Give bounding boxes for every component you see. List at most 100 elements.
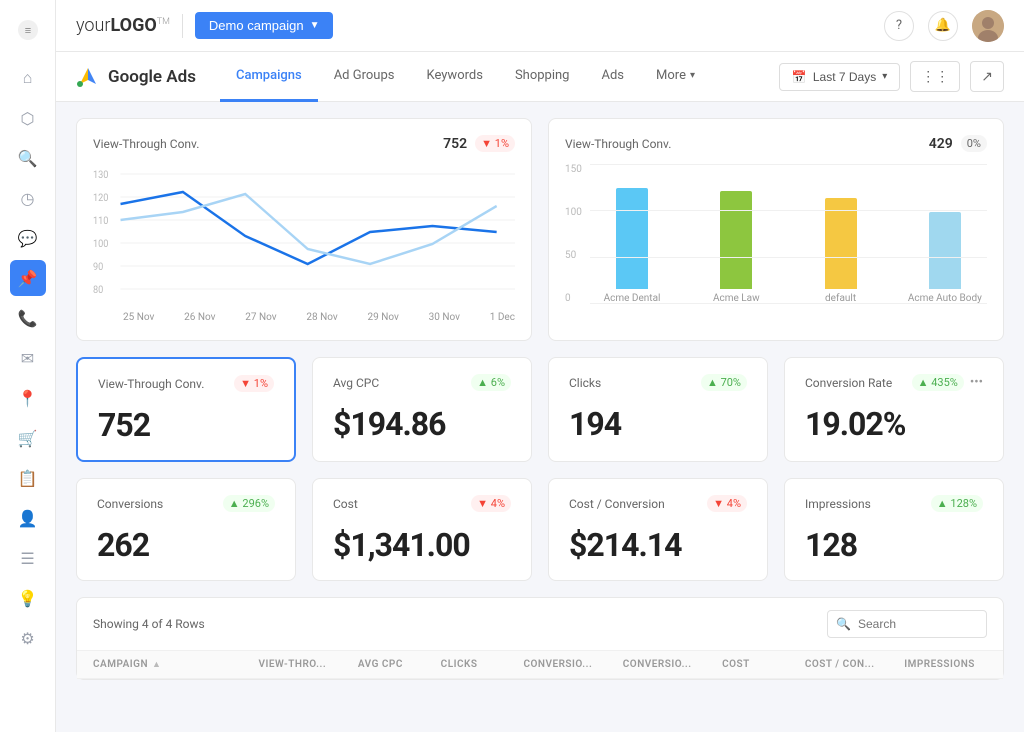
left-chart-header: View-Through Conv. 752 ▼ 1% bbox=[93, 135, 515, 152]
nav-left: Google Ads Campaigns Ad Groups Keywords … bbox=[76, 52, 711, 102]
col-view-through[interactable]: VIEW-THRO... bbox=[259, 659, 358, 670]
left-chart-title: View-Through Conv. bbox=[93, 137, 199, 151]
bar-default-label: default bbox=[825, 293, 856, 304]
bar-acme-auto-label: Acme Auto Body bbox=[908, 293, 982, 304]
nav-right: 📅 Last 7 Days ▾ ⋮⋮ ↗ bbox=[779, 61, 1004, 92]
metric-impressions-value: 128 bbox=[805, 526, 983, 564]
metric-card-clicks: Clicks ▲ 70% 194 bbox=[548, 357, 768, 462]
report-icon[interactable]: 📋 bbox=[10, 460, 46, 496]
right-chart-title: View-Through Conv. bbox=[565, 137, 671, 151]
metric-cost-badge: ▼ 4% bbox=[471, 495, 511, 512]
user-icon[interactable]: 👤 bbox=[10, 500, 46, 536]
col-clicks[interactable]: CLICKS bbox=[441, 659, 524, 670]
bulb-icon[interactable]: 💡 bbox=[10, 580, 46, 616]
tab-ad-groups[interactable]: Ad Groups bbox=[318, 52, 411, 102]
table-section: Showing 4 of 4 Rows 🔍 CAMPAIGN ▲ VIEW-TH… bbox=[76, 597, 1004, 680]
svg-text:120: 120 bbox=[93, 193, 108, 204]
metric-card-cost: Cost ▼ 4% $1,341.00 bbox=[312, 478, 532, 581]
logo-text: yourLOGOTM bbox=[76, 15, 170, 36]
metric-clicks-header: Clicks ▲ 70% bbox=[569, 374, 747, 391]
date-range-label: Last 7 Days bbox=[813, 70, 876, 84]
metric-impressions-header: Impressions ▲ 128% bbox=[805, 495, 983, 512]
date-range-button[interactable]: 📅 Last 7 Days ▾ bbox=[779, 63, 900, 91]
bar-acme-law-label: Acme Law bbox=[713, 293, 760, 304]
metric-conversions-badge: ▲ 296% bbox=[223, 495, 275, 512]
col-cost[interactable]: COST bbox=[722, 659, 805, 670]
bars-container: Acme Dental Acme Law default Acme A bbox=[590, 164, 987, 324]
grid-icon[interactable]: ⬡ bbox=[10, 100, 46, 136]
metric-conversions-header: Conversions ▲ 296% bbox=[97, 495, 275, 512]
col-conversions1[interactable]: CONVERSIO... bbox=[523, 659, 622, 670]
bar-acme-dental-label: Acme Dental bbox=[604, 293, 661, 304]
metric-card-cost-conversion: Cost / Conversion ▼ 4% $214.14 bbox=[548, 478, 768, 581]
svg-text:90: 90 bbox=[93, 262, 103, 273]
bar-default-bar bbox=[825, 198, 857, 289]
pin-icon[interactable]: 📌 bbox=[10, 260, 46, 296]
metric-avg-cpc-badge: ▲ 6% bbox=[471, 374, 511, 391]
table-search-input[interactable] bbox=[827, 610, 987, 638]
tab-keywords[interactable]: Keywords bbox=[410, 52, 498, 102]
col-impressions[interactable]: IMPRESSIONS bbox=[904, 659, 987, 670]
metric-card-avg-cpc: Avg CPC ▲ 6% $194.86 bbox=[312, 357, 532, 462]
bar-acme-law-bar bbox=[720, 191, 752, 289]
header-left: yourLOGOTM Demo campaign ▼ bbox=[76, 12, 333, 39]
col-campaign[interactable]: CAMPAIGN ▲ bbox=[93, 659, 259, 670]
chat-icon[interactable]: 💬 bbox=[10, 220, 46, 256]
right-chart-value-group: 429 0% bbox=[929, 135, 987, 152]
bar-default: default bbox=[798, 164, 882, 304]
avatar[interactable] bbox=[972, 10, 1004, 42]
metric-conversions-value: 262 bbox=[97, 526, 275, 564]
notifications-button[interactable]: 🔔 bbox=[928, 11, 958, 41]
clock-icon[interactable]: ◷ bbox=[10, 180, 46, 216]
brand-name: Google Ads bbox=[108, 67, 196, 87]
google-ads-brand: Google Ads bbox=[76, 65, 196, 89]
tab-ads[interactable]: Ads bbox=[585, 52, 640, 102]
header-right: ? 🔔 bbox=[884, 10, 1004, 42]
help-button[interactable]: ? bbox=[884, 11, 914, 41]
metric-avg-cpc-title: Avg CPC bbox=[333, 376, 379, 390]
metric-cost-conversion-title: Cost / Conversion bbox=[569, 497, 665, 511]
content-area: View-Through Conv. 752 ▼ 1% bbox=[56, 102, 1024, 732]
metric-conversion-rate-title: Conversion Rate bbox=[805, 376, 892, 390]
list-icon[interactable]: ☰ bbox=[10, 540, 46, 576]
metric-cost-conversion-value: $214.14 bbox=[569, 526, 747, 564]
metric-card-conversions: Conversions ▲ 296% 262 bbox=[76, 478, 296, 581]
more-options-button[interactable]: ••• bbox=[970, 375, 983, 390]
table-header: Showing 4 of 4 Rows 🔍 bbox=[77, 598, 1003, 651]
sort-icon: ▲ bbox=[152, 659, 161, 670]
metric-cost-header: Cost ▼ 4% bbox=[333, 495, 511, 512]
table-column-headers: CAMPAIGN ▲ VIEW-THRO... AVG CPC CLICKS C… bbox=[77, 651, 1003, 679]
tab-campaigns[interactable]: Campaigns bbox=[220, 52, 318, 102]
right-chart-badge: 0% bbox=[961, 135, 987, 152]
svg-text:80: 80 bbox=[93, 285, 103, 296]
nav-tabs: Campaigns Ad Groups Keywords Shopping Ad… bbox=[220, 52, 711, 102]
line-chart-x-labels: 25 Nov 26 Nov 27 Nov 28 Nov 29 Nov 30 No… bbox=[93, 308, 515, 323]
bar-chart-y-axis: 150 100 50 0 bbox=[565, 164, 582, 324]
cart-icon[interactable]: 🛒 bbox=[10, 420, 46, 456]
columns-icon: ⋮⋮ bbox=[921, 68, 949, 84]
share-button[interactable]: ↗ bbox=[970, 61, 1004, 92]
metric-card-impressions: Impressions ▲ 128% 128 bbox=[784, 478, 1004, 581]
mail-icon[interactable]: ✉ bbox=[10, 340, 46, 376]
columns-button[interactable]: ⋮⋮ bbox=[910, 61, 960, 92]
location-icon[interactable]: 📍 bbox=[10, 380, 46, 416]
left-chart-area: 130 120 110 100 90 80 25 Nov 26 Nov bbox=[93, 164, 515, 324]
sidebar: ≡ ⌂ ⬡ 🔍 ◷ 💬 📌 📞 ✉ 📍 🛒 📋 👤 ☰ 💡 ⚙ bbox=[0, 0, 56, 732]
right-chart-value: 429 bbox=[929, 136, 953, 152]
metric-view-through-value: 752 bbox=[98, 406, 274, 444]
search-sidebar-icon[interactable]: 🔍 bbox=[10, 140, 46, 176]
metric-card-conversion-rate: Conversion Rate ▲ 435% ••• 19.02% bbox=[784, 357, 1004, 462]
right-chart-header: View-Through Conv. 429 0% bbox=[565, 135, 987, 152]
metric-avg-cpc-header: Avg CPC ▲ 6% bbox=[333, 374, 511, 391]
tab-more[interactable]: More ▾ bbox=[640, 52, 711, 102]
demo-campaign-button[interactable]: Demo campaign ▼ bbox=[195, 12, 334, 39]
settings-icon[interactable]: ⚙ bbox=[10, 620, 46, 656]
col-cost-conversion[interactable]: COST / CON... bbox=[805, 659, 904, 670]
col-conversions2[interactable]: CONVERSIO... bbox=[623, 659, 722, 670]
phone-icon[interactable]: 📞 bbox=[10, 300, 46, 336]
metric-clicks-value: 194 bbox=[569, 405, 747, 443]
divider bbox=[182, 14, 183, 38]
col-avg-cpc[interactable]: AVG CPC bbox=[358, 659, 441, 670]
tab-shopping[interactable]: Shopping bbox=[499, 52, 586, 102]
home-icon[interactable]: ⌂ bbox=[10, 60, 46, 96]
